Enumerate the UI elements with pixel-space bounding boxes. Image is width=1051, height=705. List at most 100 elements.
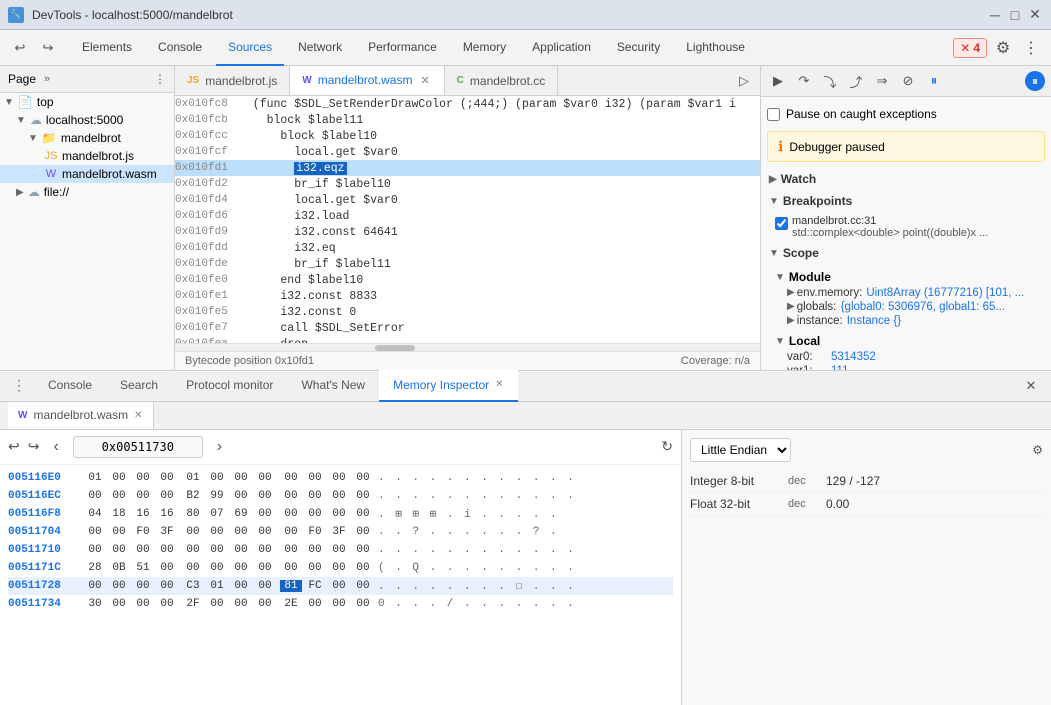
- bottom-tab-console[interactable]: Console: [34, 370, 106, 402]
- expand-more-icon[interactable]: »: [44, 73, 50, 85]
- pause-indicator: ⏸: [1025, 71, 1045, 91]
- memory-wasm-tab[interactable]: W mandelbrot.wasm ✕: [8, 402, 154, 430]
- cc-tab-icon: C: [457, 75, 464, 86]
- watch-label: Watch: [781, 172, 817, 186]
- memory-row: 00511704 0000F03F 00000000 00F03F00 . . …: [8, 523, 673, 541]
- tab-memory[interactable]: Memory: [451, 30, 518, 66]
- bottom-panel-menu[interactable]: ⋮: [8, 377, 30, 394]
- bottom-tab-search[interactable]: Search: [106, 370, 172, 402]
- tab-console[interactable]: Console: [146, 30, 214, 66]
- code-line: 0x010fcc block $label10: [175, 128, 760, 144]
- deactivate-button[interactable]: ⊘: [897, 70, 919, 92]
- bottom-tab-protocol[interactable]: Protocol monitor: [172, 370, 287, 402]
- memory-data-types-panel: Little Endian Big Endian ⚙ Integer 8-bit…: [681, 430, 1051, 705]
- code-status-bar: Bytecode position 0x10fd1 Coverage: n/a: [175, 351, 760, 370]
- tab-performance[interactable]: Performance: [356, 30, 449, 66]
- forward-icon[interactable]: ↪: [36, 36, 60, 60]
- debug-toolbar: ▶ ↷ ⤵ ⤴ ⇒ ⊘ ⏸ ⏸: [761, 66, 1051, 97]
- close-button[interactable]: ✕: [1027, 7, 1043, 23]
- left-panel-header: Page » ⋮: [0, 66, 174, 93]
- more-tabs-icon[interactable]: ▷: [732, 69, 756, 93]
- tab-application[interactable]: Application: [520, 30, 603, 66]
- bottom-tabs-right: ✕: [1019, 374, 1047, 398]
- step-button[interactable]: ⇒: [871, 70, 893, 92]
- bottom-tab-whats-new[interactable]: What's New: [287, 370, 379, 402]
- breakpoint-checkbox[interactable]: [775, 217, 788, 230]
- expand-icon[interactable]: ▶: [787, 301, 795, 313]
- content-area: Page » ⋮ ▼ 📄 top ▼ ☁ localhost:5000 ▼ 📁 …: [0, 66, 1051, 370]
- local-header[interactable]: ▼ Local: [775, 332, 1045, 350]
- bottom-tabs-left: ⋮: [4, 377, 34, 394]
- tree-item-localhost[interactable]: ▼ ☁ localhost:5000: [0, 111, 174, 129]
- code-area[interactable]: 0x010fc8 (func $SDL_SetRenderDrawColor (…: [175, 96, 760, 343]
- pause-on-exceptions-row: Pause on caught exceptions: [767, 103, 1045, 125]
- endian-select[interactable]: Little Endian Big Endian: [690, 438, 791, 462]
- tab-sources[interactable]: Sources: [216, 30, 284, 66]
- tree-item-mandelbrot-js[interactable]: JS mandelbrot.js: [0, 147, 174, 165]
- debugger-paused-banner: ℹ Debugger paused: [767, 131, 1045, 162]
- step-out-button[interactable]: ⤴: [845, 70, 867, 92]
- error-badge-button[interactable]: ✕ 4: [953, 38, 987, 58]
- integer-8bit-row: Integer 8-bit dec 129 / -127: [690, 470, 1043, 493]
- breakpoints-section-header[interactable]: ▼ Breakpoints: [767, 190, 1045, 212]
- error-count: 4: [973, 41, 980, 55]
- tab-security[interactable]: Security: [605, 30, 672, 66]
- tab-network[interactable]: Network: [286, 30, 354, 66]
- nav-history-forward[interactable]: ↪: [28, 438, 40, 455]
- tree-item-file[interactable]: ▶ ☁ file://: [0, 183, 174, 201]
- source-tab-js[interactable]: JS mandelbrot.js: [175, 66, 290, 96]
- cloud-icon: ☁: [30, 113, 42, 127]
- code-line: 0x010fcf local.get $var0: [175, 144, 760, 160]
- scope-section-header[interactable]: ▼ Scope: [767, 242, 1045, 264]
- refresh-memory-button[interactable]: ↻: [661, 438, 673, 455]
- nav-left-button[interactable]: ‹: [47, 436, 64, 458]
- tree-item-top[interactable]: ▼ 📄 top: [0, 93, 174, 111]
- more-button[interactable]: ⋮: [1019, 36, 1043, 60]
- memory-hex-grid: 005116E0 01000000 01000000 00000000 . . …: [0, 465, 681, 617]
- nav-right-button[interactable]: ›: [211, 436, 228, 458]
- memory-address-input[interactable]: [73, 436, 203, 458]
- expand-icon[interactable]: ▶: [787, 287, 795, 299]
- tab-lighthouse[interactable]: Lighthouse: [674, 30, 757, 66]
- close-bottom-panel-icon[interactable]: ✕: [1019, 374, 1043, 398]
- settings-button[interactable]: ⚙: [991, 36, 1015, 60]
- step-into-button[interactable]: ⤵: [819, 70, 841, 92]
- tree-item-mandelbrot-folder[interactable]: ▼ 📁 mandelbrot: [0, 129, 174, 147]
- breakpoint-file: mandelbrot.cc:31: [792, 215, 988, 227]
- bottom-tab-memory-inspector[interactable]: Memory Inspector ✕: [379, 370, 517, 402]
- module-header[interactable]: ▼ Module: [775, 268, 1045, 286]
- memory-file-label: mandelbrot.wasm: [33, 408, 128, 422]
- settings-gear-icon[interactable]: ⚙: [1032, 443, 1043, 457]
- back-icon[interactable]: ↩: [8, 36, 32, 60]
- pause-button[interactable]: ⏸: [923, 70, 945, 92]
- source-tab-cc[interactable]: C mandelbrot.cc: [445, 66, 559, 96]
- folder-icon: 📁: [42, 131, 57, 145]
- panel-menu-icon[interactable]: ⋮: [154, 72, 166, 86]
- tree-item-mandelbrot-wasm[interactable]: W mandelbrot.wasm: [0, 165, 174, 183]
- step-over-button[interactable]: ↷: [793, 70, 815, 92]
- memory-inspector-area: W mandelbrot.wasm ✕ ↩ ↪ ‹ › ↻ 005116E0: [0, 402, 1051, 705]
- local-label: Local: [789, 334, 820, 348]
- resume-button[interactable]: ▶: [767, 70, 789, 92]
- coverage-info: Coverage: n/a: [681, 355, 750, 367]
- code-line: 0x010fdd i32.eq: [175, 240, 760, 256]
- tab-elements[interactable]: Elements: [70, 30, 144, 66]
- endian-selector-row: Little Endian Big Endian ⚙: [690, 438, 1043, 462]
- pause-on-exceptions-checkbox[interactable]: [767, 108, 780, 121]
- minimize-button[interactable]: ─: [987, 7, 1003, 23]
- js-tab-icon: JS: [187, 75, 199, 86]
- source-tab-wasm[interactable]: W mandelbrot.wasm ✕: [290, 66, 444, 96]
- close-memory-inspector-icon[interactable]: ✕: [495, 379, 503, 390]
- expand-icon: ▶: [16, 187, 24, 198]
- expand-icon[interactable]: ▶: [787, 315, 795, 327]
- toolbar-nav-left: ↩ ↪: [8, 36, 60, 60]
- right-panel-content: Pause on caught exceptions ℹ Debugger pa…: [761, 97, 1051, 370]
- memory-hex-panel[interactable]: ↩ ↪ ‹ › ↻ 005116E0 01000000 01000000: [0, 430, 681, 705]
- watch-section-header[interactable]: ▶ Watch: [767, 168, 1045, 190]
- nav-history-back[interactable]: ↩: [8, 438, 20, 455]
- maximize-button[interactable]: □: [1007, 7, 1023, 23]
- expand-icon: ▼: [28, 133, 38, 144]
- close-wasm-tab[interactable]: ✕: [418, 73, 431, 88]
- cloud-icon: ☁: [28, 185, 40, 199]
- close-memory-file-icon[interactable]: ✕: [134, 410, 142, 421]
